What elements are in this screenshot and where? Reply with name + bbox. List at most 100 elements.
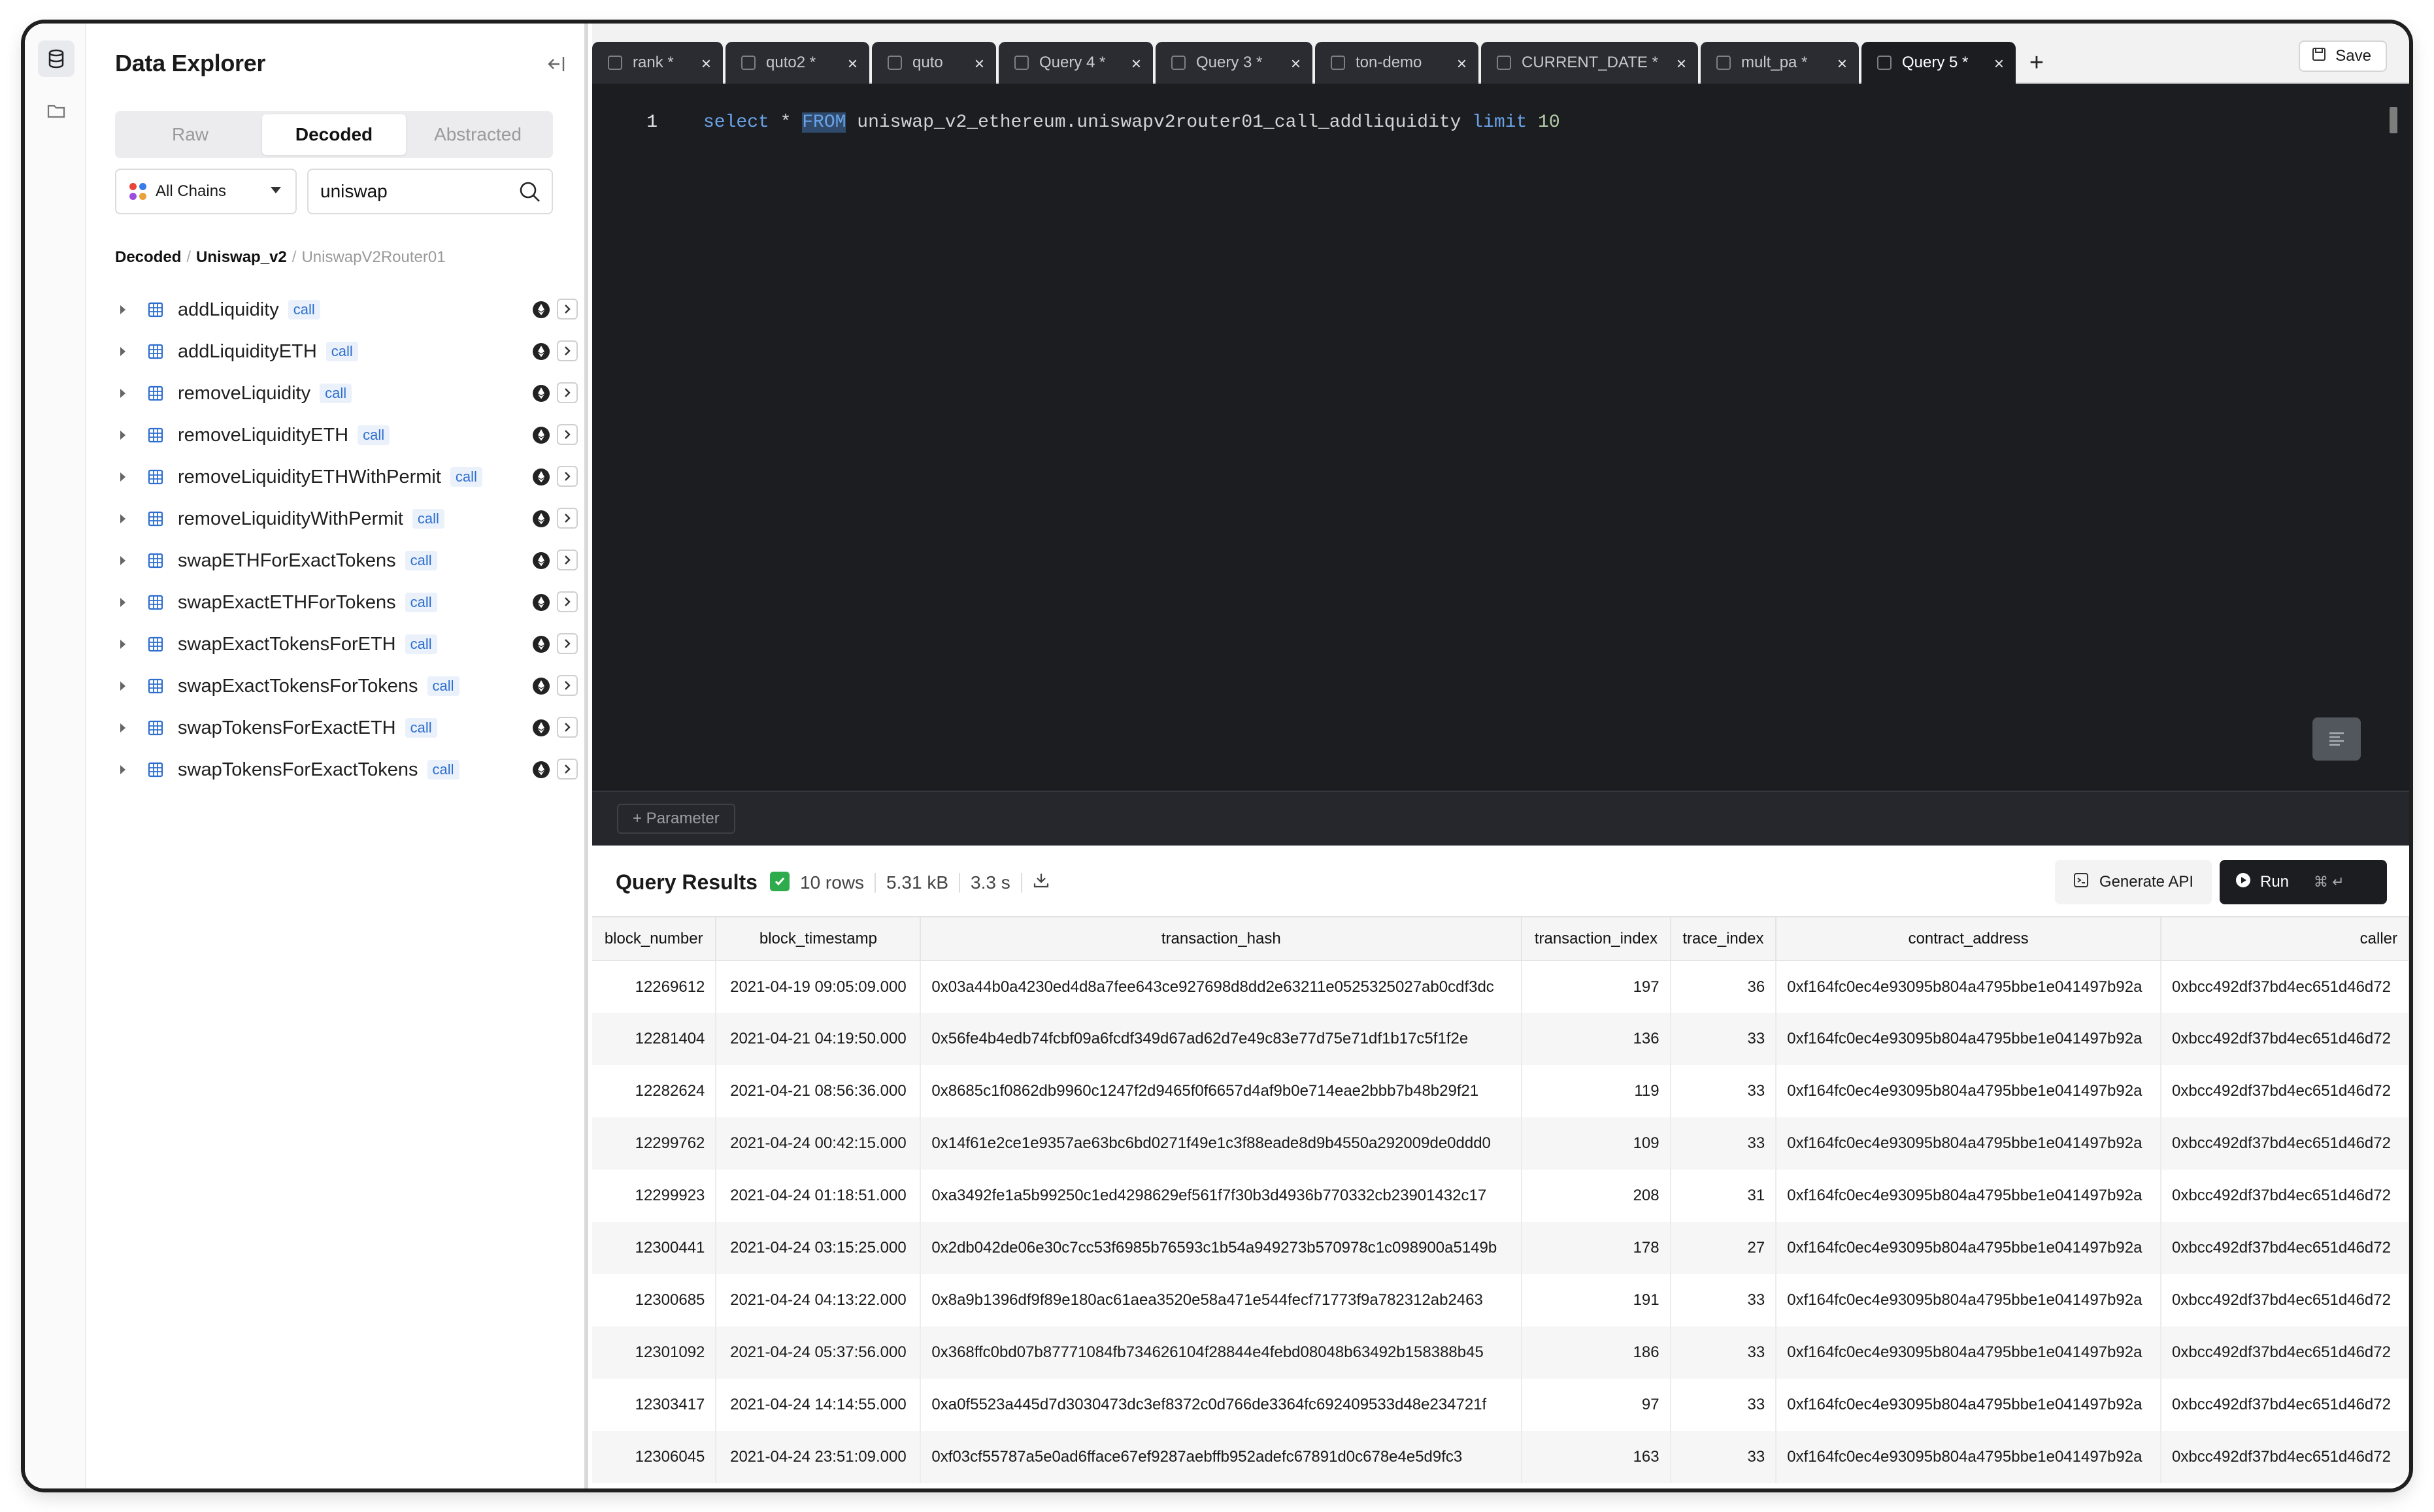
breadcrumb-item[interactable]: Decoded — [115, 248, 181, 266]
close-tab-icon[interactable]: × — [701, 54, 711, 74]
column-header[interactable]: block_number — [592, 917, 717, 961]
expand-caret-icon[interactable] — [120, 682, 125, 691]
table-row[interactable]: 12301092 2021-04-24 05:37:56.000 0x368ffc0… — [592, 1326, 2409, 1379]
tree-item[interactable]: removeLiquidity call — [115, 372, 578, 414]
download-icon[interactable] — [1033, 872, 1050, 893]
open-table-button[interactable] — [557, 759, 578, 780]
column-header[interactable]: transaction_hash — [920, 917, 1523, 961]
open-table-button[interactable] — [557, 633, 578, 654]
table-row[interactable]: 12299923 2021-04-24 01:18:51.000 0xa3492fe… — [592, 1170, 2409, 1222]
expand-caret-icon[interactable] — [120, 305, 125, 314]
tab-query[interactable]: Query 4 * × — [999, 42, 1153, 84]
close-tab-icon[interactable]: × — [1994, 54, 2004, 74]
open-table-button[interactable] — [557, 550, 578, 570]
open-table-button[interactable] — [557, 591, 578, 612]
column-header[interactable]: caller — [2161, 917, 2409, 961]
open-table-button[interactable] — [557, 508, 578, 529]
expand-caret-icon[interactable] — [120, 556, 125, 565]
column-header[interactable]: contract_address — [1776, 917, 2161, 961]
tab-query[interactable]: ton-demo × — [1315, 42, 1478, 84]
breadcrumb-item[interactable]: Uniswap_v2 — [196, 248, 287, 266]
table-row[interactable]: 12303417 2021-04-24 14:14:55.000 0xa0f5523… — [592, 1379, 2409, 1431]
expand-caret-icon[interactable] — [120, 389, 125, 398]
run-button[interactable]: Run ⌘ ↵ — [2220, 860, 2387, 904]
run-shortcut: ⌘ ↵ — [2314, 874, 2344, 890]
close-tab-icon[interactable]: × — [848, 54, 858, 74]
database-icon[interactable] — [38, 41, 75, 77]
tab-query[interactable]: quto2 * × — [725, 42, 869, 84]
segment-decoded[interactable]: Decoded — [262, 114, 406, 155]
tree-item[interactable]: swapTokensForExactETH call — [115, 707, 578, 749]
tree-item[interactable]: swapExactTokensForETH call — [115, 623, 578, 665]
format-button[interactable] — [2312, 717, 2361, 761]
segment-abstracted[interactable]: Abstracted — [406, 114, 550, 155]
expand-caret-icon[interactable] — [120, 472, 125, 482]
table-row[interactable]: 12281404 2021-04-21 04:19:50.000 0x56fe4b4… — [592, 1013, 2409, 1065]
table-row[interactable]: 12300441 2021-04-24 03:15:25.000 0x2db042d… — [592, 1222, 2409, 1274]
new-tab-button[interactable]: + — [2018, 42, 2055, 84]
tab-label: quto2 * — [766, 54, 816, 71]
save-button[interactable]: Save — [2299, 41, 2387, 72]
table-cell: 0xbcc492df37bd4ec651d46d72 — [2161, 1379, 2409, 1431]
expand-caret-icon[interactable] — [120, 723, 125, 732]
column-header[interactable]: trace_index — [1670, 917, 1777, 961]
editor-scrollbar[interactable] — [2390, 107, 2397, 133]
open-table-button[interactable] — [557, 424, 578, 445]
tree-item[interactable]: swapTokensForExactTokens call — [115, 749, 578, 791]
tab-query[interactable]: Query 3 * × — [1156, 42, 1312, 84]
generate-api-button[interactable]: Generate API — [2054, 860, 2212, 904]
expand-caret-icon[interactable] — [120, 640, 125, 649]
close-tab-icon[interactable]: × — [1131, 54, 1141, 74]
search-icon[interactable] — [518, 180, 542, 208]
table-row[interactable]: 12299762 2021-04-24 00:42:15.000 0x14f61e2… — [592, 1117, 2409, 1170]
tree-item[interactable]: addLiquidityETH call — [115, 331, 578, 372]
close-tab-icon[interactable]: × — [975, 54, 984, 74]
open-table-button[interactable] — [557, 382, 578, 403]
expand-caret-icon[interactable] — [120, 514, 125, 523]
folder-icon[interactable] — [38, 93, 75, 129]
chain-select[interactable]: All Chains — [115, 169, 297, 214]
tree-item[interactable]: swapExactETHForTokens call — [115, 582, 578, 623]
column-header[interactable]: transaction_index — [1522, 917, 1671, 961]
close-tab-icon[interactable]: × — [1676, 54, 1686, 74]
table-row[interactable]: 12300685 2021-04-24 04:13:22.000 0x8a9b139… — [592, 1274, 2409, 1326]
tab-query[interactable]: rank * × — [592, 42, 723, 84]
tree-item[interactable]: swapETHForExactTokens call — [115, 540, 578, 582]
tab-query[interactable]: quto × — [872, 42, 996, 84]
sql-code[interactable]: select * FROM uniswap_v2_ethereum.uniswa… — [703, 112, 1560, 133]
open-table-button[interactable] — [557, 299, 578, 320]
close-tab-icon[interactable]: × — [1291, 54, 1301, 74]
expand-caret-icon[interactable] — [120, 347, 125, 356]
expand-caret-icon[interactable] — [120, 765, 125, 774]
table-row[interactable]: 12282624 2021-04-21 08:56:36.000 0x8685c1f… — [592, 1065, 2409, 1117]
expand-caret-icon[interactable] — [120, 431, 125, 440]
tree-item[interactable]: addLiquidity call — [115, 289, 578, 331]
sql-editor[interactable]: 1 select * FROM uniswap_v2_ethereum.unis… — [592, 84, 2409, 791]
table-row[interactable]: 12269612 2021-04-19 09:05:09.000 0x03a44b0… — [592, 961, 2409, 1013]
open-table-button[interactable] — [557, 466, 578, 487]
tab-query[interactable]: mult_pa * × — [1701, 42, 1859, 84]
open-table-button[interactable] — [557, 340, 578, 361]
table-cell: 0xbcc492df37bd4ec651d46d72 — [2161, 1222, 2409, 1274]
add-parameter-button[interactable]: + Parameter — [617, 804, 735, 834]
tab-query[interactable]: CURRENT_DATE * × — [1481, 42, 1698, 84]
tree-item[interactable]: removeLiquidityETH call — [115, 414, 578, 456]
table-row[interactable]: 12306045 2021-04-24 23:51:09.000 0xf03cf55… — [592, 1431, 2409, 1483]
column-header[interactable]: block_timestamp — [716, 917, 922, 961]
tree-item[interactable]: removeLiquidityETHWithPermit call — [115, 456, 578, 498]
tree-item-name: addLiquidity — [178, 299, 279, 320]
expand-caret-icon[interactable] — [120, 598, 125, 607]
open-table-button[interactable] — [557, 717, 578, 738]
close-tab-icon[interactable]: × — [1837, 54, 1847, 74]
close-tab-icon[interactable]: × — [1457, 54, 1467, 74]
collapse-panel-icon[interactable] — [544, 51, 570, 77]
tab-query[interactable]: Query 5 * × — [1861, 42, 2016, 84]
query-tab-icon — [608, 56, 622, 70]
tree-item[interactable]: removeLiquidityWithPermit call — [115, 498, 578, 540]
tree-item[interactable]: swapExactTokensForTokens call — [115, 665, 578, 707]
segment-raw[interactable]: Raw — [118, 114, 262, 155]
search-input[interactable] — [320, 181, 503, 202]
open-table-button[interactable] — [557, 675, 578, 696]
table-cell: 2021-04-19 09:05:09.000 — [716, 961, 922, 1013]
success-check-icon — [770, 872, 790, 891]
